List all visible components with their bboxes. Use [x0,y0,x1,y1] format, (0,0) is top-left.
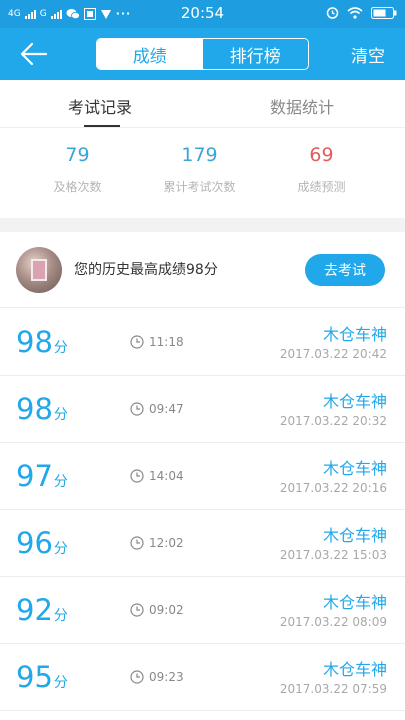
stat-pass-count: 79 及格次数 [10,144,145,195]
clock-icon [130,670,144,684]
score-unit: 分 [53,474,68,490]
back-arrow-icon[interactable] [20,41,48,67]
stats-row: 79 及格次数 179 累计考试次数 69 成绩预测 [0,128,405,218]
record-username: 木仓车神 [322,325,387,344]
duration-text: 12:02 [149,536,184,550]
score-unit: 分 [53,340,68,356]
record-datetime: 2017.03.22 20:42 [279,347,387,361]
record-username: 木仓车神 [322,526,387,545]
active-tab-indicator [84,125,120,127]
record-score: 98分 [16,392,68,426]
app-bar: 成绩 排行榜 清空 [0,28,405,80]
clock-icon [130,603,144,617]
record-duration: 09:02 [130,603,184,617]
record-duration: 11:18 [130,335,184,349]
score-value: 96 [16,526,53,560]
best-score-banner: 您的历史最高成绩98分 去考试 [0,232,405,308]
sub-tabs: 考试记录 数据统计 [0,80,405,128]
record-datetime: 2017.03.22 15:03 [279,548,387,562]
clock-icon [130,469,144,483]
battery-icon [371,6,397,19]
clock-icon [130,335,144,349]
record-duration: 09:47 [130,402,184,416]
record-score: 97分 [16,459,68,493]
take-exam-button[interactable]: 去考试 [305,254,385,286]
score-unit: 分 [53,608,68,624]
wifi-icon [347,6,363,19]
record-row[interactable]: 96分 12:02 木仓车神 2017.03.22 15:03 [0,510,405,577]
record-score: 96分 [16,526,68,560]
duration-text: 09:02 [149,603,184,617]
tab-scores[interactable]: 成绩 [97,39,203,69]
record-row[interactable]: 98分 11:18 木仓车神 2017.03.22 20:42 [0,309,405,376]
score-value: 98 [16,392,53,426]
tab-leaderboard[interactable]: 排行榜 [202,39,308,69]
record-row[interactable]: 95分 09:23 木仓车神 2017.03.22 07:59 [0,644,405,711]
tab-data-statistics[interactable]: 数据统计 [270,94,334,118]
score-value: 92 [16,593,53,627]
stat-value: 69 [309,144,334,166]
records-list: 98分 11:18 木仓车神 2017.03.22 20:42 98分 09:4… [0,309,405,711]
record-row[interactable]: 98分 09:47 木仓车神 2017.03.22 20:32 [0,376,405,443]
record-score: 95分 [16,660,68,694]
clock-icon [130,402,144,416]
record-username: 木仓车神 [322,593,387,612]
record-username: 木仓车神 [322,392,387,411]
stat-value: 79 [65,144,90,166]
record-duration: 14:04 [130,469,184,483]
segmented-control: 成绩 排行榜 [96,38,309,70]
stat-label: 累计考试次数 [163,180,236,194]
section-divider [0,218,405,232]
avatar[interactable] [16,247,62,293]
record-username: 木仓车神 [322,660,387,679]
alarm-icon [326,7,339,19]
best-score-text: 您的历史最高成绩98分 [74,262,218,278]
record-score: 98分 [16,325,68,359]
clear-button[interactable]: 清空 [351,42,385,67]
score-unit: 分 [53,541,68,557]
record-score: 92分 [16,593,68,627]
stat-total-exams: 179 累计考试次数 [132,144,267,195]
avatar-image [31,259,47,281]
record-row[interactable]: 97分 14:04 木仓车神 2017.03.22 20:16 [0,443,405,510]
record-datetime: 2017.03.22 08:09 [279,615,387,629]
stat-score-prediction: 69 成绩预测 [254,144,389,195]
tab-exam-records[interactable]: 考试记录 [68,94,132,118]
duration-text: 09:47 [149,402,184,416]
score-unit: 分 [53,675,68,691]
record-row[interactable]: 92分 09:02 木仓车神 2017.03.22 08:09 [0,577,405,644]
record-duration: 09:23 [130,670,184,684]
duration-text: 11:18 [149,335,184,349]
record-datetime: 2017.03.22 20:16 [279,481,387,495]
score-unit: 分 [53,407,68,423]
stat-value: 179 [181,144,218,166]
record-username: 木仓车神 [322,459,387,478]
record-datetime: 2017.03.22 07:59 [279,682,387,696]
score-value: 95 [16,660,53,694]
clock-icon [130,536,144,550]
duration-text: 09:23 [149,670,184,684]
stat-label: 及格次数 [53,180,102,194]
record-datetime: 2017.03.22 20:32 [279,414,387,428]
record-duration: 12:02 [130,536,184,550]
score-value: 98 [16,325,53,359]
stat-label: 成绩预测 [297,180,346,194]
score-value: 97 [16,459,53,493]
status-bar: 4G G ··· 20:54 [0,0,405,28]
duration-text: 14:04 [149,469,184,483]
status-right [326,6,397,19]
